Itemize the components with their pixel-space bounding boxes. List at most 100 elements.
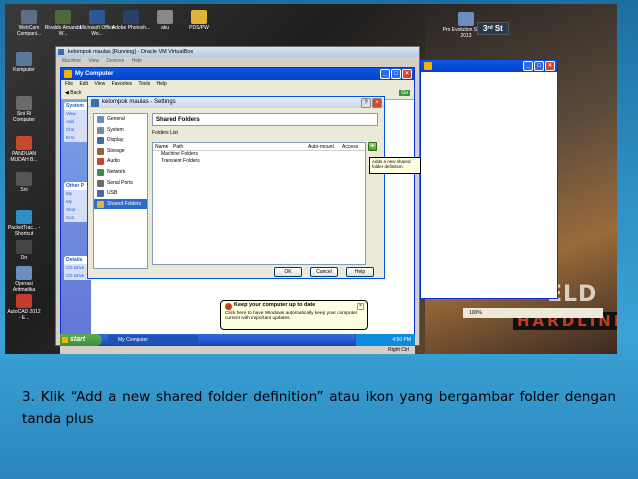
update-balloon[interactable]: Keep your computer up to date Click here…: [220, 300, 368, 330]
nav-item[interactable]: Network: [94, 167, 147, 178]
col-access: Access: [342, 144, 359, 150]
nav-item[interactable]: General: [94, 114, 147, 125]
nav-item[interactable]: Storage: [94, 146, 147, 157]
help-button[interactable]: Help: [346, 267, 374, 277]
settings-category-icon: [97, 147, 104, 155]
section-title: Shared Folders: [152, 113, 378, 126]
folder-icon: [424, 62, 432, 70]
nav-item[interactable]: Serial Ports: [94, 178, 147, 189]
app-icon: [16, 266, 32, 280]
nav-item[interactable]: Shared Folders: [94, 198, 147, 210]
settings-category-icon: [97, 126, 104, 134]
settings-titlebar: kelompok maulas - Settings ? ×: [88, 97, 384, 108]
my-computer-titlebar: My Computer _ □ ×: [61, 68, 414, 80]
minimize-icon[interactable]: _: [523, 61, 533, 71]
nav-item[interactable]: System: [94, 125, 147, 136]
start-button[interactable]: start: [60, 334, 102, 346]
vbox-titlebar: kelompok maulas [Running] - Oracle VM Vi…: [56, 47, 419, 57]
desktop-icon[interactable]: Operasi Aritmatika: [7, 266, 41, 293]
settings-content: Shared Folders Folders List Name Path Au…: [152, 113, 378, 269]
go-button[interactable]: Go: [399, 90, 410, 96]
nav-item-label: Audio: [107, 158, 120, 165]
desktop-icon[interactable]: Komputer: [7, 52, 41, 73]
desktop-icon-label: PacketTrac... - Shortcut: [7, 225, 41, 237]
settings-category-icon: [97, 200, 104, 208]
balloon-title-row: Keep your computer up to date: [225, 302, 363, 310]
desktop-icon[interactable]: AutoCAD 2012 - E...: [7, 294, 41, 321]
app-icon: [16, 136, 32, 150]
table-header: Name Path Auto-mount Access: [153, 143, 365, 151]
taskbar-item-my-computer[interactable]: My Computer: [108, 335, 198, 345]
folders-list-label: Folders List: [152, 130, 178, 136]
balloon-title: Keep your computer up to date: [234, 302, 316, 308]
help-icon[interactable]: ?: [361, 98, 371, 108]
app-icon: [16, 210, 32, 224]
cancel-button[interactable]: Cancel: [310, 267, 338, 277]
table-row[interactable]: Transient Folders: [153, 158, 365, 165]
app-icon: [16, 240, 32, 254]
desktop-icon[interactable]: Dn: [7, 240, 41, 261]
settings-category-icon: [97, 158, 104, 166]
minimize-icon[interactable]: _: [380, 69, 390, 79]
desktop-icon[interactable]: Sini Ri Computer: [7, 96, 41, 123]
settings-dialog: kelompok maulas - Settings ? × General Sys…: [87, 96, 385, 279]
tooltip: Adds a new shared folder definition.: [369, 157, 421, 174]
system-tray: 4:50 PM: [355, 334, 415, 346]
app-icon: [191, 10, 207, 24]
nav-item[interactable]: USB: [94, 188, 147, 199]
col-name: Name: [155, 144, 169, 150]
settings-nav: General System Display Storage Audio Network S…: [93, 113, 148, 269]
desktop-icon[interactable]: Sni: [7, 172, 41, 193]
desktop-icon-label: PDS/PW: [189, 25, 209, 31]
ok-button[interactable]: OK: [274, 267, 302, 277]
close-icon[interactable]: ×: [545, 61, 555, 71]
table-row[interactable]: Machine Folders: [153, 151, 365, 158]
game-icon: [458, 12, 474, 26]
maximize-icon[interactable]: □: [534, 61, 544, 71]
virtualbox-icon: [58, 49, 64, 55]
app-icon: [89, 10, 105, 24]
nav-item-label: System: [107, 126, 124, 133]
zoom-level: 100%: [469, 310, 482, 316]
desktop-icon[interactable]: PacketTrac... - Shortcut: [7, 210, 41, 237]
nav-item[interactable]: Display: [94, 135, 147, 146]
maximize-icon[interactable]: □: [391, 69, 401, 79]
nav-item-label: USB: [107, 190, 118, 197]
clock: 4:50 PM: [392, 337, 411, 343]
desktop-icon-label: Dn: [20, 255, 28, 261]
vbox-menu[interactable]: Machine View Devices Help: [56, 57, 419, 65]
close-icon[interactable]: ×: [402, 69, 412, 79]
close-icon[interactable]: ×: [357, 303, 364, 310]
screenshot: ELD HARDLINE Pro Evolution Soccer 2013 3…: [5, 4, 617, 354]
app-icon: [123, 10, 139, 24]
desktop-icon-label: PANDUAN MUDAH B...: [10, 151, 38, 163]
zoom-bar: 100%: [463, 308, 603, 318]
app-icon: [55, 10, 71, 24]
app-icon: [16, 172, 32, 186]
back-button[interactable]: ◀ Back: [65, 90, 81, 96]
close-icon[interactable]: ×: [372, 98, 382, 108]
add-shared-folder-button[interactable]: +: [368, 142, 377, 151]
desktop-icon-label: Sini Ri Computer: [13, 111, 35, 123]
app-icon: [21, 10, 37, 24]
desktop-icon-label: Microsoft Office Wo...: [79, 25, 115, 37]
app-icon: [16, 294, 32, 308]
settings-category-icon: [97, 137, 104, 145]
nav-item[interactable]: Audio: [94, 156, 147, 167]
nav-item-label: Display: [107, 137, 124, 144]
my-computer-title: My Computer: [75, 71, 114, 77]
folders-table[interactable]: Name Path Auto-mount Access Machine Fold…: [152, 142, 366, 265]
settings-category-icon: [97, 190, 104, 198]
desktop-icon-label: Operasi Aritmatika: [12, 281, 36, 293]
desktop-icon[interactable]: PANDUAN MUDAH B...: [7, 136, 41, 163]
virtualbox-icon: [91, 99, 99, 107]
desktop-icon[interactable]: PDS/PW: [179, 10, 219, 31]
app-icon: [16, 96, 32, 110]
nav-item-label: Shared Folders: [107, 200, 142, 207]
settings-category-icon: [97, 179, 104, 187]
host-key-label: Right Ctrl: [388, 347, 409, 353]
nav-item-label: Network: [107, 168, 126, 175]
settings-category-icon: [97, 168, 104, 176]
desktop-icon-label: AutoCAD 2012 - E...: [7, 309, 41, 321]
my-computer-menubar[interactable]: File Edit View Favorites Tools Help: [61, 80, 414, 88]
